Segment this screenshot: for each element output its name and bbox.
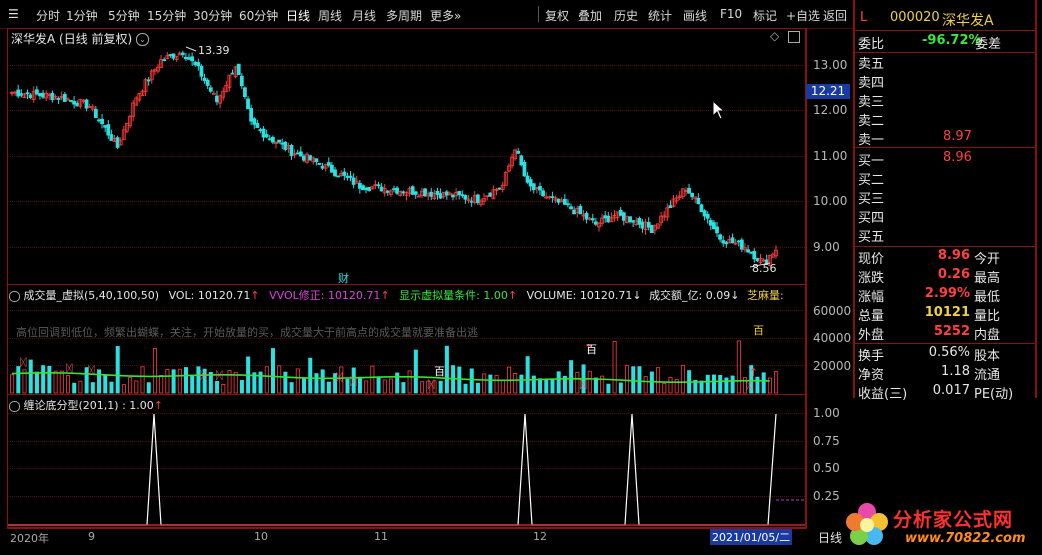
- current-price-tag: 12.21: [806, 84, 850, 99]
- sell-level-label: 卖四: [858, 76, 885, 91]
- quote-label: 外盘: [858, 328, 885, 343]
- y-label: 0.50: [813, 461, 840, 475]
- fractal-line: [8, 413, 777, 526]
- stock-code: 000020: [890, 10, 940, 25]
- quote-value: 2.99%: [924, 286, 970, 301]
- stat-value: 0.017: [932, 383, 970, 398]
- stat-label: 换手: [858, 349, 885, 364]
- fractal-chart[interactable]: [0, 0, 805, 530]
- stat-value: 1.18: [941, 364, 970, 379]
- stat-label: 股本: [974, 349, 1001, 364]
- buy-level-label: 买四: [858, 211, 885, 226]
- stat-label: 流通: [974, 368, 1001, 383]
- y-label: 11.00: [813, 149, 848, 163]
- y-label: 40000: [813, 331, 852, 345]
- buy-level-price: 8.96: [943, 150, 972, 165]
- y-label: 12.00: [813, 103, 848, 117]
- y-label: 60000: [813, 304, 852, 318]
- quote-label: 最低: [974, 290, 1001, 305]
- y-label: 0.75: [813, 434, 840, 448]
- y-axis-line: [805, 28, 806, 528]
- sell-level-price: 8.97: [943, 129, 972, 144]
- weicha-label: 委差: [975, 37, 1002, 52]
- period-label[interactable]: 日线: [818, 529, 842, 546]
- weibi-label: 委比: [858, 37, 885, 52]
- quote-value: 8.96: [937, 248, 970, 263]
- quote-label: 现价: [858, 252, 885, 267]
- quote-value: 0.26: [937, 267, 970, 282]
- y-label: 20000: [813, 359, 852, 373]
- quote-value: 5252: [933, 324, 970, 339]
- y-label: 10.00: [813, 194, 848, 208]
- quote-label: 今开: [974, 252, 1001, 267]
- watermark-url: www.70822.com: [905, 531, 1026, 546]
- time-label: 12: [533, 530, 547, 543]
- quote-value: 10121: [924, 305, 970, 320]
- time-label: 9: [88, 530, 95, 543]
- y-label: 9.00: [813, 240, 840, 254]
- buy-level-label: 买三: [858, 192, 885, 207]
- time-label: 11: [374, 530, 388, 543]
- sell-level-label: 卖三: [858, 95, 885, 110]
- quote-label: 总量: [858, 309, 885, 324]
- sell-level-label: 卖一: [858, 133, 885, 148]
- time-axis: [7, 528, 807, 545]
- stat-value: 0.56%: [928, 345, 970, 360]
- quote-label: 量比: [974, 309, 1001, 324]
- mouse-cursor-icon: [712, 100, 726, 120]
- time-label: 2020年: [10, 532, 49, 545]
- buy-level-label: 买五: [858, 230, 885, 245]
- quote-label: 涨幅: [858, 290, 885, 305]
- stat-label: PE(动): [974, 387, 1014, 402]
- quote-label: 最高: [974, 271, 1001, 286]
- stat-label: 收益(三): [858, 387, 908, 402]
- y-label: 1.00: [813, 406, 840, 420]
- quote-label: 涨跌: [858, 271, 885, 286]
- quote-label: 内盘: [974, 328, 1001, 343]
- watermark-title: 分析家公式网: [893, 509, 1014, 531]
- back-button[interactable]: 返回: [823, 7, 847, 24]
- weibi-value: -96.72%: [922, 33, 982, 48]
- buy-level-label: 买一: [858, 154, 885, 169]
- cursor-date: 2021/01/05/二: [710, 529, 793, 545]
- sell-level-label: 卖五: [858, 57, 885, 72]
- y-label: 13.00: [813, 58, 848, 72]
- stat-label: 净资: [858, 368, 885, 383]
- flower-logo: [843, 500, 891, 548]
- buy-level-label: 买二: [858, 173, 885, 188]
- level-indicator: L: [860, 10, 868, 25]
- sell-level-label: 卖二: [858, 114, 885, 129]
- y-label: 0.25: [813, 489, 840, 503]
- time-label: 10: [254, 530, 268, 543]
- stock-name: 深华发A: [942, 13, 994, 29]
